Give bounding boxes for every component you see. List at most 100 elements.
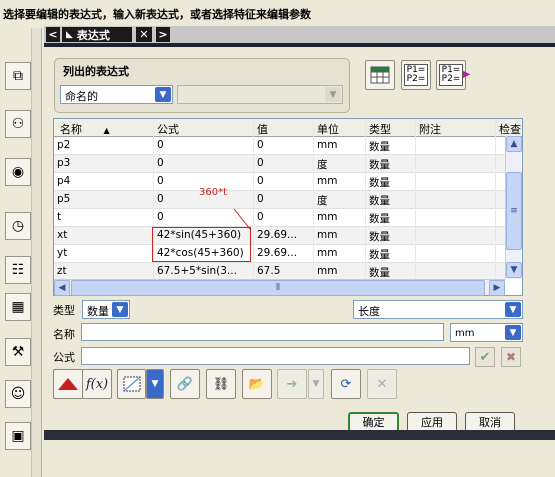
assembly-navigator-icon[interactable]: ⧉ xyxy=(5,62,31,90)
table-header: 名称 ▲ 公式 值 单位 类型 附注 检查 xyxy=(54,119,522,137)
chevron-down-icon: ▼ xyxy=(312,379,320,389)
cell-units: 度 xyxy=(314,155,366,173)
column-header-name[interactable]: 名称 ▲ xyxy=(54,119,154,137)
sort-ascending-icon: ▲ xyxy=(103,126,110,135)
flow-dropdown: ▼ xyxy=(308,369,324,399)
dialog-bottom-border xyxy=(44,430,555,440)
cell-comment xyxy=(416,137,496,155)
group-title: 列出的表达式 xyxy=(63,65,129,78)
dialog-title: ◣ 表达式 xyxy=(62,27,132,42)
refresh-button[interactable]: ⟳ xyxy=(331,369,361,399)
cell-formula: 0 xyxy=(154,155,254,173)
formula-field[interactable] xyxy=(81,347,470,365)
dimension-select[interactable]: 长度 ▼ xyxy=(353,300,523,319)
formula-label: 公式 xyxy=(53,351,75,364)
table-row[interactable]: p4 0 0 mm 数量 xyxy=(54,173,506,191)
highlight-box xyxy=(152,227,251,262)
flow-button: ➔ xyxy=(277,369,307,399)
table-row[interactable]: p2 0 0 mm 数量 xyxy=(54,137,506,155)
filter-select[interactable]: 命名的 ▼ xyxy=(60,85,173,104)
chevron-down-icon: ▼ xyxy=(151,379,159,389)
delete-button[interactable] xyxy=(53,369,83,399)
roles-icon[interactable]: ☺ xyxy=(5,380,31,408)
scroll-left-icon[interactable]: ◀ xyxy=(54,280,70,296)
column-header-value[interactable]: 值 xyxy=(254,119,314,137)
functions-button[interactable]: f(x) xyxy=(82,369,112,399)
resource-bar-splitter xyxy=(32,28,42,477)
table-row[interactable]: p5 0 0 度数量 xyxy=(54,191,506,209)
cell-name: p5 xyxy=(54,191,154,209)
palette-icon[interactable]: ▦ xyxy=(5,293,31,321)
chevron-down-icon: ▼ xyxy=(505,302,521,317)
vertical-scrollbar[interactable]: ▲ ≡ ▼ xyxy=(505,136,522,279)
reuse-library-icon[interactable]: ☷ xyxy=(5,256,31,284)
cell-name: p4 xyxy=(54,173,154,191)
cell-name: xt xyxy=(54,227,154,245)
sub-filter-select: ▼ xyxy=(177,85,343,104)
refresh-icon: ⟳ xyxy=(340,376,352,392)
cell-comment xyxy=(416,209,496,227)
column-header-check[interactable]: 检查 xyxy=(496,119,522,137)
measure-button[interactable] xyxy=(117,369,146,399)
delete-expression-button: ✕ xyxy=(367,369,397,399)
table-row[interactable]: p3 0 0 度数量 xyxy=(54,155,506,173)
horizontal-scrollbar[interactable]: ◀ ⦀ ▶ xyxy=(54,279,505,296)
chevron-down-icon: ▼ xyxy=(325,87,341,102)
checkmark-icon: ✔ xyxy=(479,349,491,365)
web-browser-icon[interactable]: ◉ xyxy=(5,158,31,186)
cell-comment xyxy=(416,245,496,263)
arrow-right-icon: ➔ xyxy=(286,376,298,392)
scroll-up-icon[interactable]: ▲ xyxy=(506,136,522,152)
table-row[interactable]: t 0 0 mm 数量 xyxy=(54,209,506,227)
next-arrow-icon[interactable]: > xyxy=(156,27,170,42)
table-row[interactable]: xt 42*sin(45+360) 29.69... mm 数量 xyxy=(54,227,506,245)
scroll-down-icon[interactable]: ▼ xyxy=(506,262,522,278)
cell-value: 29.69... xyxy=(254,245,314,263)
left-resource-bar: ⧉ ⚇ ◉ ◷ ☷ ▦ ⚒ ☺ ▣ xyxy=(0,28,32,477)
cell-comment xyxy=(416,155,496,173)
cell-name: t xyxy=(54,209,154,227)
edit-links-button[interactable]: ⛓ xyxy=(206,369,236,399)
name-field[interactable] xyxy=(81,323,444,341)
column-header-type[interactable]: 类型 xyxy=(366,119,416,137)
function-icon: f(x) xyxy=(85,376,109,392)
cell-type: 数量 xyxy=(366,227,416,245)
table-row[interactable]: yt 42*cos(45+360) 29.69... mm 数量 xyxy=(54,245,506,263)
hscroll-thumb[interactable]: ⦀ xyxy=(71,280,485,296)
measure-dropdown[interactable]: ▼ xyxy=(146,369,164,399)
cell-name: p3 xyxy=(54,155,154,173)
cell-formula: 0 xyxy=(154,137,254,155)
cell-comment xyxy=(416,191,496,209)
scroll-right-icon[interactable]: ▶ xyxy=(489,280,505,296)
name-label: 名称 xyxy=(53,328,75,341)
cell-units: mm xyxy=(314,227,366,245)
part-navigator-icon[interactable]: ⚇ xyxy=(5,110,31,138)
cell-name: yt xyxy=(54,245,154,263)
type-select[interactable]: 数量 ▼ xyxy=(82,300,130,319)
column-header-units[interactable]: 单位 xyxy=(314,119,366,137)
close-icon[interactable]: ✕ xyxy=(136,27,152,42)
import-expressions-button[interactable]: P1= P2= ▶ xyxy=(436,60,470,90)
cancel-button[interactable]: 取消 xyxy=(465,412,515,432)
measure-icon xyxy=(123,376,140,392)
spreadsheet-edit-button[interactable] xyxy=(365,60,395,90)
export-expressions-button[interactable]: P1= P2= xyxy=(401,60,431,90)
ok-button[interactable]: 确定 xyxy=(348,412,399,432)
process-studio-icon[interactable]: ⚒ xyxy=(5,338,31,366)
open-file-button[interactable]: 📂 xyxy=(242,369,272,399)
cell-type: 数量 xyxy=(366,209,416,227)
prev-arrow-icon[interactable]: < xyxy=(46,27,60,42)
history-icon[interactable]: ◷ xyxy=(5,212,31,240)
apply-button[interactable]: 应用 xyxy=(407,412,457,432)
unit-select[interactable]: mm ▼ xyxy=(450,323,523,342)
cell-type: 数量 xyxy=(366,173,416,191)
scroll-thumb[interactable]: ≡ xyxy=(506,172,522,250)
dialog-menu-icon[interactable]: ◣ xyxy=(66,30,73,40)
chain-icon: ⛓ xyxy=(212,376,230,392)
cell-type: 数量 xyxy=(366,155,416,173)
dialog-titlebar: < ◣ 表达式 ✕ > xyxy=(44,26,555,43)
column-header-formula[interactable]: 公式 xyxy=(154,119,254,137)
column-header-comment[interactable]: 附注 xyxy=(416,119,496,137)
create-link-button[interactable]: 🔗 xyxy=(170,369,200,399)
system-scenes-icon[interactable]: ▣ xyxy=(5,422,31,450)
